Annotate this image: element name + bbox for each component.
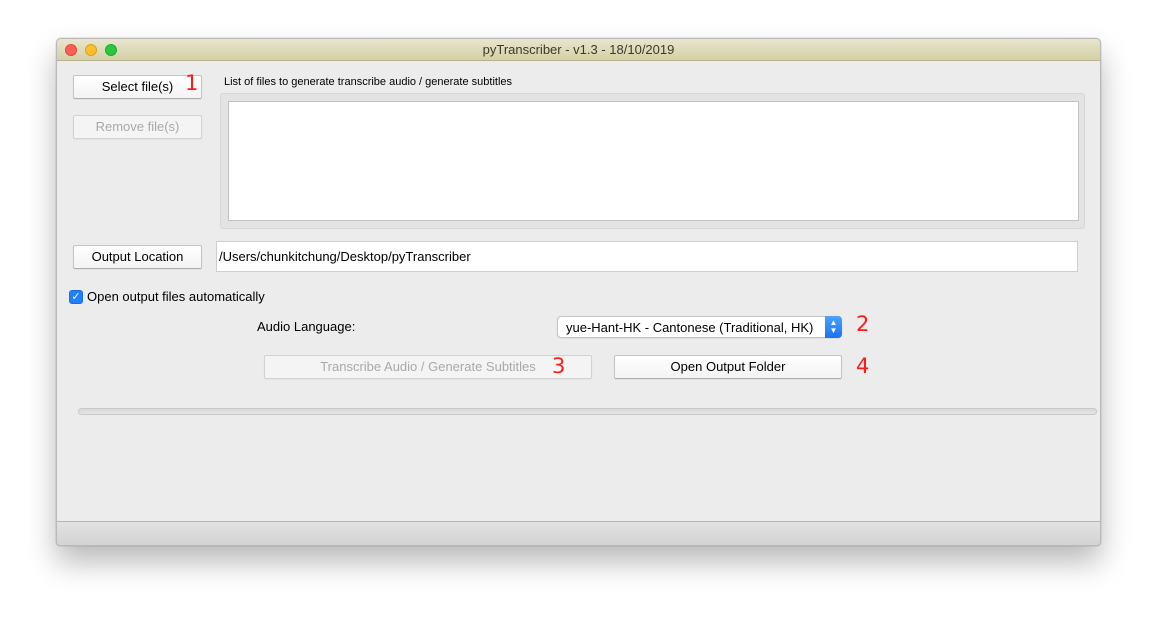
remove-files-button[interactable]: Remove file(s) — [73, 115, 202, 139]
audio-language-select[interactable]: yue-Hant-HK - Cantonese (Traditional, HK… — [557, 316, 842, 338]
file-list-frame — [220, 93, 1085, 229]
output-path-field[interactable]: /Users/chunkitchung/Desktop/pyTranscribe… — [216, 241, 1078, 272]
file-list[interactable] — [228, 101, 1079, 221]
annotation-3: 3 — [552, 354, 566, 378]
output-location-button[interactable]: Output Location — [73, 245, 202, 269]
transcribe-button[interactable]: Transcribe Audio / Generate Subtitles — [264, 355, 592, 379]
title-bar[interactable]: pyTranscriber - v1.3 - 18/10/2019 — [57, 39, 1100, 61]
open-automatically-label: Open output files automatically — [87, 289, 265, 304]
open-output-folder-button[interactable]: Open Output Folder — [614, 355, 842, 379]
chevron-up-down-icon: ▲ ▼ — [825, 316, 842, 338]
annotation-2: 2 — [856, 312, 870, 336]
progress-bar — [78, 408, 1097, 415]
app-window: pyTranscriber - v1.3 - 18/10/2019 Select… — [56, 38, 1101, 546]
window-title: pyTranscriber - v1.3 - 18/10/2019 — [482, 42, 675, 57]
transcribe-button-label: Transcribe Audio / Generate Subtitles — [320, 359, 536, 374]
open-automatically-checkbox[interactable]: ✓ — [69, 290, 83, 304]
checkmark-icon: ✓ — [71, 291, 81, 303]
annotation-1: 1 — [185, 71, 199, 95]
annotation-4: 4 — [856, 354, 870, 378]
audio-language-label: Audio Language: — [257, 319, 356, 334]
select-files-button[interactable]: Select file(s) — [73, 75, 202, 99]
file-list-label: List of files to generate transcribe aud… — [224, 76, 513, 88]
status-bar — [57, 521, 1100, 545]
audio-language-value: yue-Hant-HK - Cantonese (Traditional, HK… — [566, 320, 814, 335]
